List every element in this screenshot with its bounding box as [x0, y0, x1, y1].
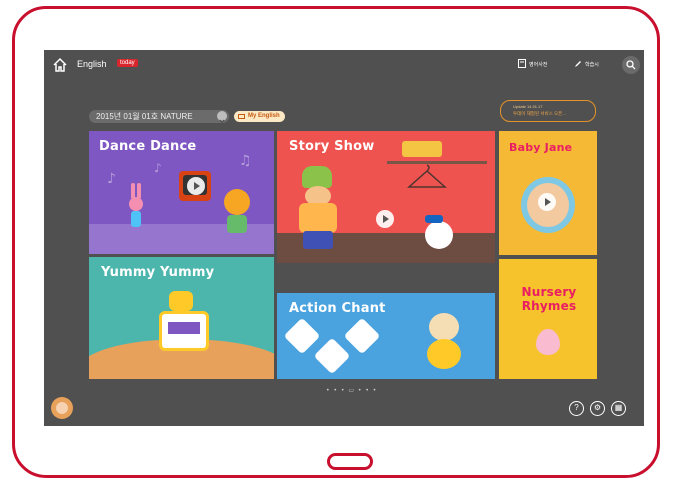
dictionary-icon[interactable] [518, 59, 526, 68]
update-notice[interactable]: Update 14.01.17 투데이 재험된 서비스 오픈... [500, 100, 596, 122]
hanger-icon [407, 164, 447, 188]
play-icon[interactable] [538, 193, 556, 211]
home-icon[interactable] [52, 57, 68, 73]
pants-icon [283, 317, 321, 355]
cat-illustration [224, 189, 250, 215]
folder-icon [238, 114, 245, 119]
robot-head [169, 291, 193, 311]
search-icon [626, 60, 636, 70]
study-label[interactable]: 학습시 [585, 61, 599, 68]
tile-title: Nursery Rhymes [521, 285, 577, 313]
tile-baby-jane[interactable]: Baby Jane [499, 131, 597, 255]
soundwave-icon [168, 322, 200, 334]
search-button[interactable] [622, 56, 640, 74]
update-date: Update 14.01.17 [513, 104, 543, 109]
play-icon[interactable] [376, 210, 394, 228]
my-english-label: My English [248, 113, 280, 119]
cat-body [227, 215, 247, 233]
tile-title: Yummy Yummy [101, 265, 215, 280]
sweater-icon [313, 337, 351, 375]
app-title: English [77, 59, 107, 69]
boy-body [299, 203, 337, 233]
drop-character [536, 329, 560, 355]
tile-title: Baby Jane [509, 141, 573, 154]
boy-legs [303, 231, 333, 249]
tile-story-show[interactable]: Story Show [277, 131, 495, 263]
issue-label: 2015년 01월 01호 NATURE [96, 112, 193, 121]
chevron-down-icon[interactable] [217, 111, 227, 123]
tile-title: Dance Dance [99, 139, 197, 154]
my-english-button[interactable]: My English [234, 111, 285, 122]
top-bar: English today 영어사전 학습시 [44, 50, 644, 82]
avatar[interactable] [51, 397, 73, 419]
tile-title: Story Show [289, 139, 375, 154]
pencil-icon[interactable] [574, 60, 582, 68]
bunny-illustration [129, 183, 143, 233]
help-button[interactable]: ? [569, 401, 584, 416]
menu-grid-button[interactable]: ▦ [611, 401, 626, 416]
play-icon[interactable] [187, 177, 205, 195]
bee-head [429, 313, 459, 341]
bee-body [427, 339, 461, 369]
tablet-home-button[interactable] [327, 453, 373, 470]
app-screen: English today 영어사전 학습시 2015년 01월 01호 NAT… [44, 50, 644, 426]
today-badge[interactable]: today [117, 59, 138, 67]
dog-hat [425, 215, 443, 223]
update-message: 투데이 재험된 서비스 오픈... [513, 111, 567, 116]
robot-body [159, 311, 209, 351]
giraffe-illustration [402, 141, 442, 157]
clothes-icon [343, 317, 381, 355]
settings-button[interactable]: ⚙ [590, 401, 605, 416]
tile-title: Action Chant [289, 301, 386, 316]
tile-dance-dance[interactable]: Dance Dance ♪ ♫ ♪ [89, 131, 274, 254]
tile-action-chant[interactable]: Action Chant [277, 293, 495, 379]
dog-illustration [425, 221, 453, 249]
tile-nursery-rhymes[interactable]: Nursery Rhymes [499, 259, 597, 379]
hat-illustration [302, 166, 332, 188]
dictionary-label[interactable]: 영어사전 [529, 61, 547, 68]
tile-yummy-yummy[interactable]: Yummy Yummy [89, 257, 274, 379]
music-note-icon: ♪ [154, 161, 162, 175]
music-note-icon: ♪ [107, 171, 116, 187]
page-indicator[interactable]: • • • ▭ • • • [326, 387, 377, 394]
music-note-icon: ♫ [239, 153, 252, 169]
